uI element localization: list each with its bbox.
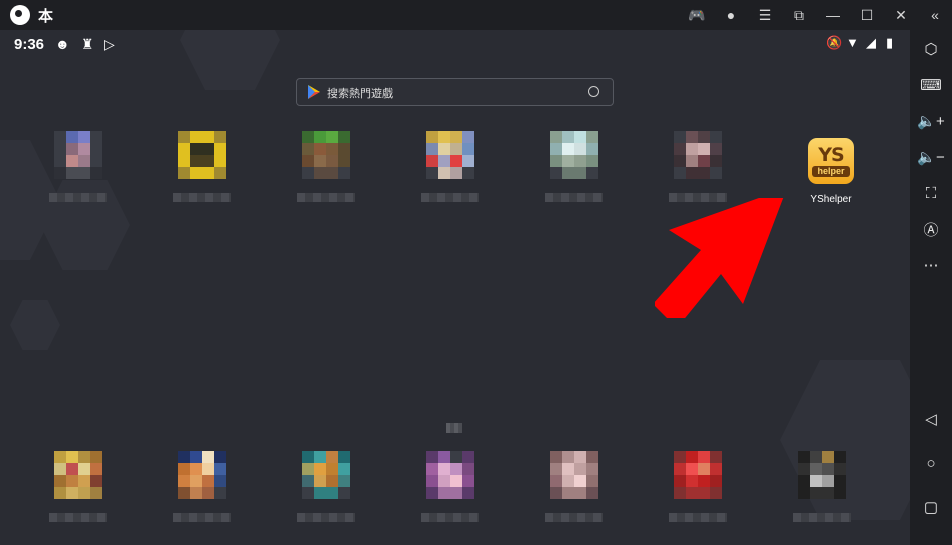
search-icon[interactable] xyxy=(588,86,599,97)
pixelated-app-label xyxy=(421,513,479,522)
top-app-3[interactable] xyxy=(281,131,371,202)
more-icon[interactable]: ⋯ xyxy=(910,250,952,280)
recents-icon[interactable]: ▢ xyxy=(910,492,952,522)
background-hexagon xyxy=(10,300,60,350)
battery-icon: ▮ xyxy=(886,35,894,50)
bottom-app-6[interactable] xyxy=(653,451,743,522)
pixelated-app-label xyxy=(297,193,355,202)
bottom-app-5[interactable] xyxy=(529,451,619,522)
pixelated-app-label xyxy=(545,193,603,202)
screenshot-icon[interactable]: ⛶ xyxy=(910,178,952,208)
pixelated-app-icon[interactable] xyxy=(426,131,474,179)
volume-down-icon[interactable]: 🔈− xyxy=(910,142,952,172)
pixelated-app-icon[interactable] xyxy=(178,451,226,499)
pixelated-app-label xyxy=(297,513,355,522)
pixelated-app-label xyxy=(793,513,851,522)
keyboard-icon[interactable]: ⌨ xyxy=(910,70,952,100)
menu-icon[interactable]: ☰ xyxy=(748,0,782,30)
window-titlebar: 本 🎮 ● ☰ ⧉ — ☐ ✕ « xyxy=(0,0,952,30)
pixelated-app-icon[interactable] xyxy=(178,131,226,179)
top-app-2[interactable] xyxy=(157,131,247,202)
page-indicator xyxy=(446,423,462,433)
search-placeholder: 搜索熱門遊戲 xyxy=(327,87,393,100)
security-icon: ♜ xyxy=(81,36,94,52)
gamepad-icon[interactable]: 🎮 xyxy=(680,0,714,30)
account-icon[interactable]: ● xyxy=(714,0,748,30)
wifi-icon: ▼ xyxy=(846,35,859,50)
signal-icon: ◢ xyxy=(866,35,876,50)
yshelper-logo-top: YS xyxy=(818,144,844,166)
pixelated-app-label xyxy=(545,513,603,522)
red-arrow-annotation xyxy=(655,198,784,318)
bottom-app-4[interactable] xyxy=(405,451,495,522)
volume-up-icon[interactable]: 🔈+ xyxy=(910,106,952,136)
notification-icon: ☻ xyxy=(55,36,70,52)
pixelated-app-icon[interactable] xyxy=(798,451,846,499)
top-app-4[interactable] xyxy=(405,131,495,202)
pixelated-app-label xyxy=(49,513,107,522)
pixelated-app-icon[interactable] xyxy=(550,131,598,179)
pixelated-app-icon[interactable] xyxy=(54,451,102,499)
yshelper-icon[interactable]: YS helper xyxy=(808,138,854,184)
close-icon[interactable]: ✕ xyxy=(884,0,918,30)
pixelated-app-icon[interactable] xyxy=(674,451,722,499)
app-label-yshelper: YShelper xyxy=(810,194,852,205)
app-logo-icon xyxy=(10,5,30,25)
home-icon[interactable]: ○ xyxy=(910,448,952,478)
google-play-icon xyxy=(308,85,320,99)
bottom-app-3[interactable] xyxy=(281,451,371,522)
window-title: 本 xyxy=(38,6,54,25)
screen-rotate-icon[interactable]: ⧉ xyxy=(782,0,816,30)
titlebar-controls: 🎮 ● ☰ ⧉ — ☐ ✕ « xyxy=(680,0,952,30)
pixelated-app-icon[interactable] xyxy=(302,131,350,179)
yshelper-logo-bottom: helper xyxy=(812,166,850,177)
pixelated-app-icon[interactable] xyxy=(550,451,598,499)
pixelated-app-label xyxy=(173,193,231,202)
auto-rotate-icon[interactable]: Ⓐ xyxy=(910,214,952,244)
play-store-notification-icon: ▷ xyxy=(104,36,115,52)
minimize-icon[interactable]: — xyxy=(816,0,850,30)
bottom-app-7[interactable] xyxy=(777,451,867,522)
back-icon[interactable]: ◁ xyxy=(910,404,952,434)
pixelated-app-icon[interactable] xyxy=(426,451,474,499)
bottom-app-2[interactable] xyxy=(157,451,247,522)
maximize-icon[interactable]: ☐ xyxy=(850,0,884,30)
top-app-1[interactable] xyxy=(33,131,123,202)
pixelated-app-icon[interactable] xyxy=(674,131,722,179)
pixelated-app-label xyxy=(49,193,107,202)
status-clock: 9:36 xyxy=(14,36,45,53)
play-store-search-bar[interactable]: 搜索熱門遊戲 xyxy=(296,78,614,106)
android-status-bar: 9:36 ☻ ♜ ▷ 🔕 ▼ ◢ ▮ xyxy=(0,30,910,60)
pixelated-app-label xyxy=(669,513,727,522)
top-app-6[interactable] xyxy=(653,131,743,202)
android-home-screen: 9:36 ☻ ♜ ▷ 🔕 ▼ ◢ ▮ 搜索熱門遊戲 YS helper YShe… xyxy=(0,30,910,545)
bottom-app-1[interactable] xyxy=(33,451,123,522)
emulator-sidebar: ⬡ ⌨ 🔈+ 🔈− ⛶ Ⓐ ⋯ ◁ ○ ▢ xyxy=(910,30,952,545)
pixelated-app-icon[interactable] xyxy=(54,131,102,179)
pixelated-app-label xyxy=(173,513,231,522)
pixelated-app-label xyxy=(421,193,479,202)
mute-icon: 🔕 xyxy=(826,35,843,50)
settings-icon[interactable]: ⬡ xyxy=(910,34,952,64)
pixelated-app-icon[interactable] xyxy=(302,451,350,499)
top-app-5[interactable] xyxy=(529,131,619,202)
collapse-sidebar-icon[interactable]: « xyxy=(918,0,952,30)
app-yshelper[interactable]: YS helper YShelper xyxy=(786,138,876,205)
